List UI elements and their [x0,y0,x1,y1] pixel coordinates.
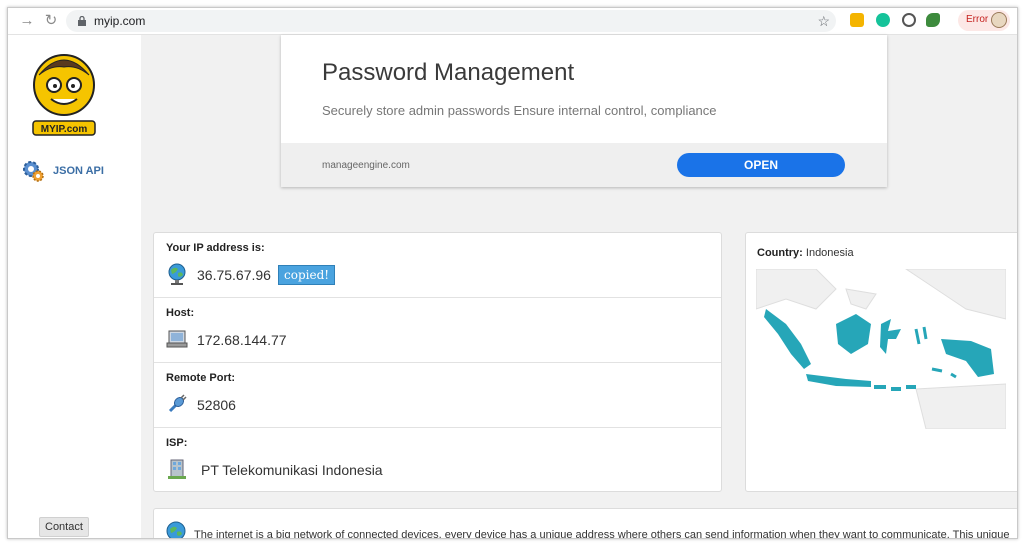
country-label: Country: [757,247,803,259]
globe-icon [168,263,186,285]
address-bar[interactable]: myip.com ☆ [66,10,836,32]
reload-icon[interactable]: ↻ [42,12,60,30]
host-label: Host: [166,307,195,319]
plug-icon [168,394,187,413]
laptop-icon [166,330,188,348]
myip-logo[interactable]: MYIP.com [29,47,99,139]
copied-badge: copied! [278,265,336,285]
network-globe-icon [166,521,186,538]
building-icon [168,459,186,479]
country-value: Indonesia [805,247,854,259]
browser-toolbar: → ↻ myip.com ☆ Error [8,8,1017,35]
json-api-label: JSON API [53,165,104,177]
ad-banner[interactable]: Password Management Securely store admin… [281,35,887,187]
extension-leaf-icon[interactable] [926,13,940,27]
remote-port-value: 52806 [197,397,236,413]
ip-address-label: Your IP address is: [166,242,265,254]
remote-port-label: Remote Port: [166,372,236,384]
ad-domain: manageengine.com [322,160,410,171]
ad-footer: manageengine.com OPEN [281,143,887,187]
isp-row: ISP: PT Telekomunikasi Indonesia [154,428,721,492]
ip-address-value[interactable]: 36.75.67.96 [197,267,271,283]
isp-value: PT Telekomunikasi Indonesia [201,462,383,478]
ad-subtitle: Securely store admin passwords Ensure in… [322,103,717,118]
profile-avatar-icon [991,12,1007,28]
info-text: The internet is a big network of connect… [194,529,1010,539]
ip-info-card: Your IP address is: 36.75.67.96 copied! … [153,232,722,492]
country-map [756,269,1006,429]
profile-error-button[interactable]: Error [958,10,1010,31]
info-card: The internet is a big network of connect… [153,508,1017,539]
isp-label: ISP: [166,437,188,449]
json-api-link[interactable]: JSON API [21,159,104,182]
ad-title: Password Management [322,59,575,86]
host-value: 172.68.144.77 [197,332,287,348]
country-map-card: Country: Indonesia [745,232,1017,492]
main-content: Password Management Securely store admin… [141,35,1017,538]
ip-address-row: Your IP address is: 36.75.67.96 copied! [154,233,721,298]
ad-open-button[interactable]: OPEN [677,153,845,177]
host-row: Host: 172.68.144.77 [154,298,721,363]
sidebar: MYIP.com JSON API Contact [8,35,141,538]
grammarly-icon[interactable] [876,13,890,27]
browser-window: → ↻ myip.com ☆ Error MYIP.com JSON API C… [7,7,1018,539]
back-icon[interactable]: → [18,12,36,30]
bookmark-star-icon[interactable]: ☆ [817,12,830,30]
country-line: Country: Indonesia [757,247,854,259]
extension-icon[interactable] [850,13,864,27]
remote-port-row: Remote Port: 52806 [154,363,721,428]
block-icon[interactable] [902,13,916,27]
contact-button[interactable]: Contact [39,517,89,537]
svg-text:MYIP.com: MYIP.com [41,124,88,135]
error-label: Error [966,14,989,25]
url-text: myip.com [94,14,146,28]
gear-icon [23,161,44,182]
lock-icon [78,16,86,26]
